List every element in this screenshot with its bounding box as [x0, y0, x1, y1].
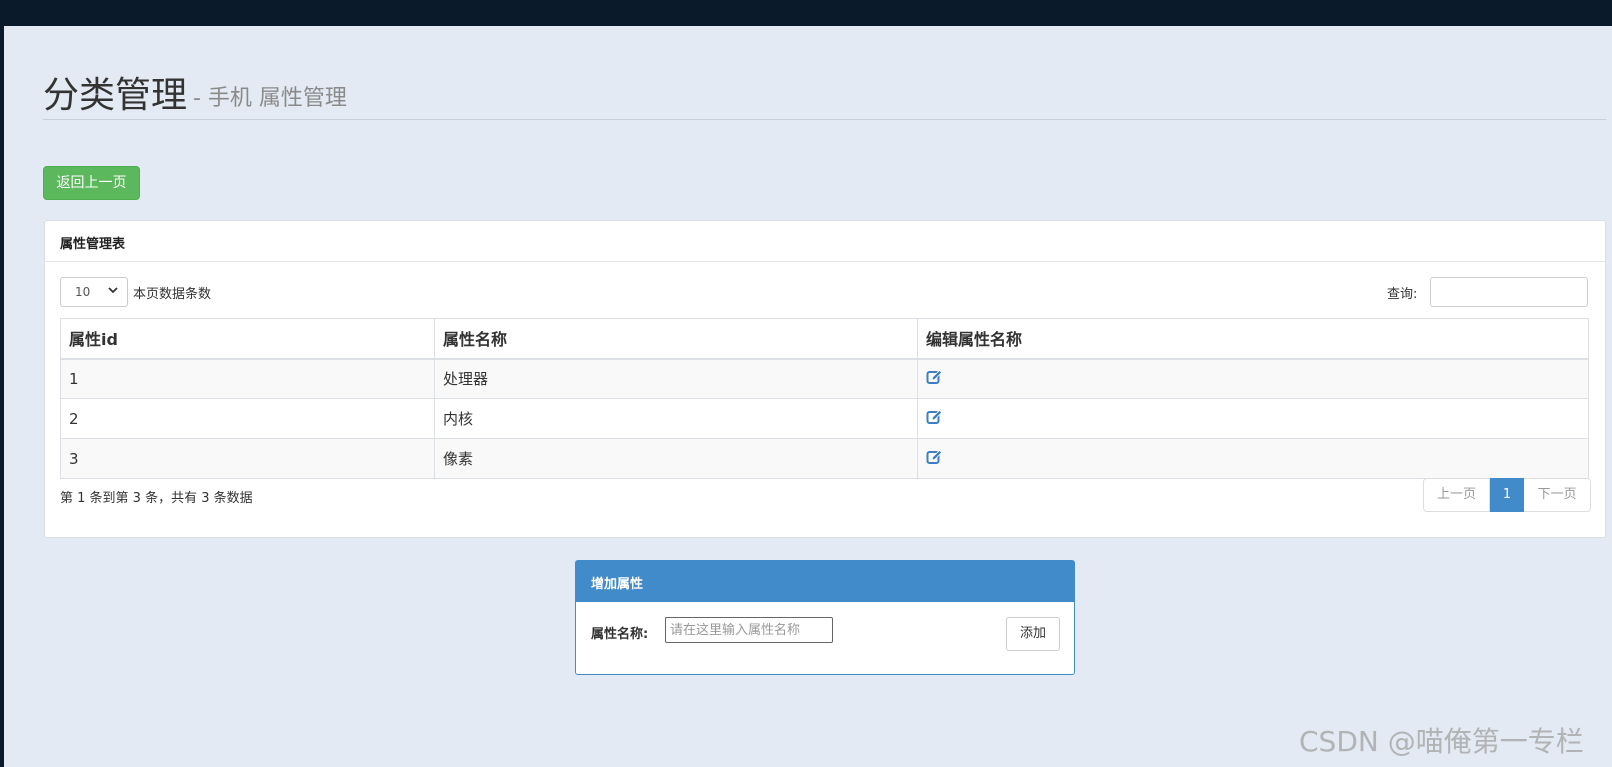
- cell-edit: [917, 398, 1589, 439]
- page-header: 分类管理 - 手机 属性管理: [43, 64, 1606, 120]
- page-subtitle: - 手机 属性管理: [193, 86, 347, 111]
- add-panel-heading: 增加属性: [576, 561, 1074, 602]
- pagination-page-current[interactable]: 1: [1490, 478, 1524, 512]
- chevron-down-icon: [107, 284, 119, 299]
- add-attribute-panel: 增加属性 属性名称: 添加: [575, 560, 1075, 675]
- cell-id: 3: [60, 438, 435, 479]
- cell-name: 处理器: [434, 358, 918, 399]
- page-length-label: 本页数据条数: [133, 287, 212, 302]
- page-length-select[interactable]: 10: [60, 277, 128, 307]
- attribute-table-panel: 属性管理表 10 本页数据条数 查询: 属性id 属性名称 编辑属性名称 1 处…: [44, 220, 1606, 538]
- search-input[interactable]: [1430, 277, 1588, 307]
- edit-icon[interactable]: [926, 369, 943, 386]
- column-header-edit[interactable]: 编辑属性名称: [917, 318, 1589, 360]
- cell-edit: [917, 358, 1589, 399]
- watermark: CSDN @喵俺第一专栏: [1299, 725, 1584, 758]
- column-header-name[interactable]: 属性名称: [434, 318, 918, 360]
- table-row: 2 内核: [60, 398, 1589, 439]
- pagination-prev[interactable]: 上一页: [1423, 478, 1490, 512]
- page-length-value: 10: [75, 285, 91, 299]
- search-label: 查询:: [1387, 287, 1418, 302]
- pagination: 上一页 1 下一页: [1423, 478, 1591, 512]
- table-row: 3 像素: [60, 438, 1589, 479]
- cell-edit: [917, 438, 1589, 479]
- page-title: 分类管理: [43, 75, 188, 116]
- attribute-name-input[interactable]: [665, 617, 833, 643]
- cell-id: 2: [60, 398, 435, 439]
- attribute-table: 属性id 属性名称 编辑属性名称 1 处理器 2 内核 3 像素: [60, 318, 1589, 479]
- edit-icon[interactable]: [926, 449, 943, 466]
- back-button[interactable]: 返回上一页: [43, 166, 140, 200]
- pagination-next[interactable]: 下一页: [1524, 478, 1591, 512]
- cell-id: 1: [60, 358, 435, 399]
- table-row: 1 处理器: [60, 358, 1589, 399]
- panel-heading: 属性管理表: [45, 221, 1605, 262]
- cell-name: 像素: [434, 438, 918, 479]
- cell-name: 内核: [434, 398, 918, 439]
- attribute-name-label: 属性名称:: [591, 627, 649, 642]
- table-header-row: 属性id 属性名称 编辑属性名称: [60, 318, 1589, 360]
- add-button[interactable]: 添加: [1006, 617, 1060, 651]
- left-sidebar-edge: [0, 26, 4, 767]
- column-header-id[interactable]: 属性id: [60, 318, 435, 360]
- table-info: 第 1 条到第 3 条，共有 3 条数据: [60, 491, 253, 506]
- top-nav-bar: [0, 0, 1612, 26]
- edit-icon[interactable]: [926, 409, 943, 426]
